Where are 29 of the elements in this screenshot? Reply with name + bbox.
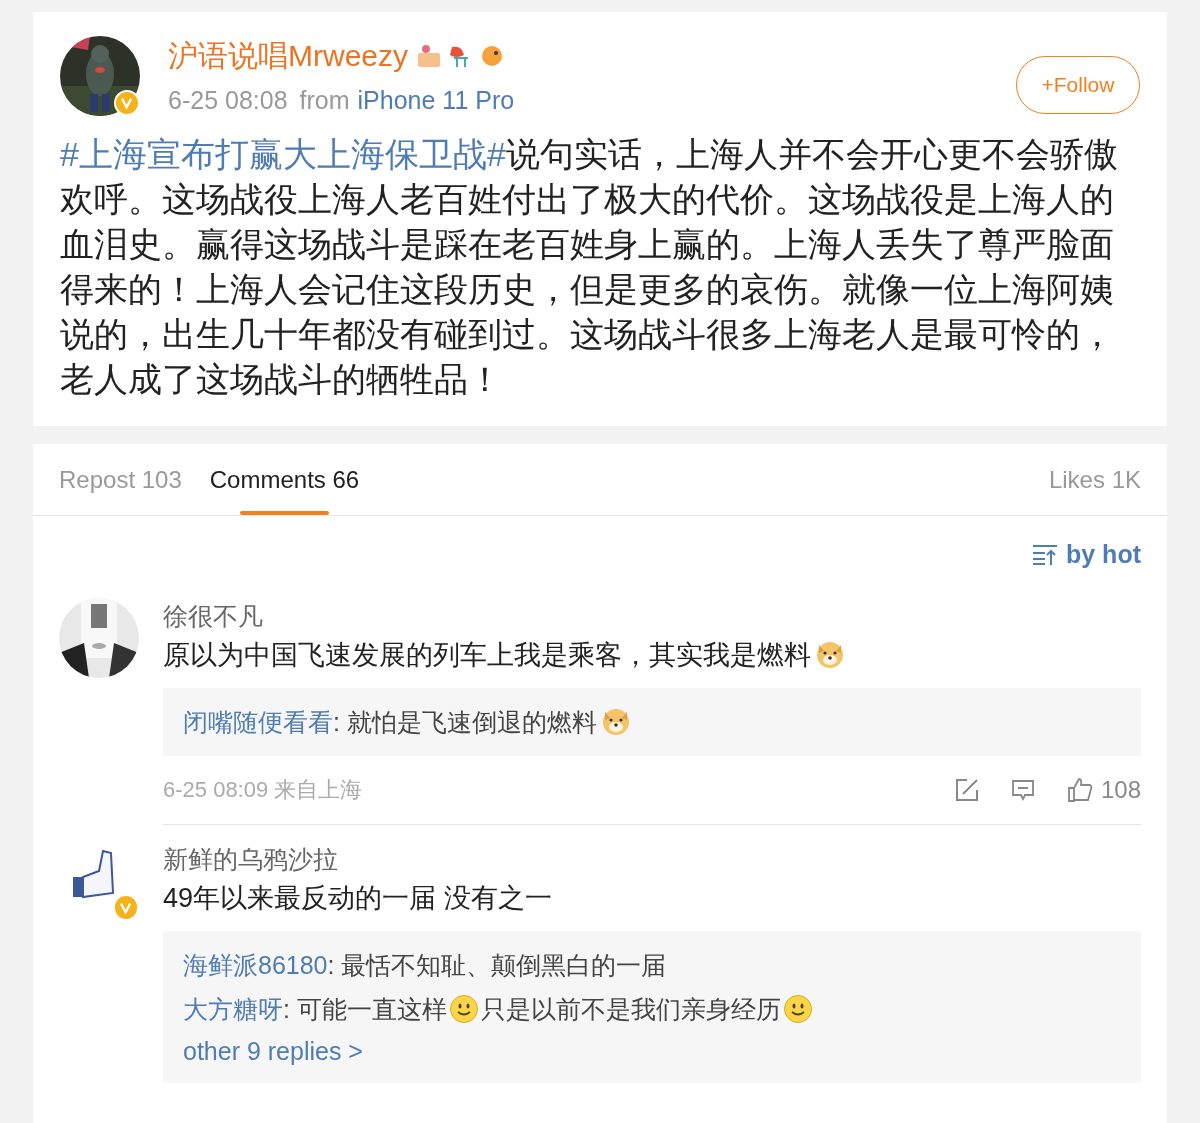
like-count: 108 [1100, 774, 1141, 805]
source-label: from [299, 86, 350, 114]
sort-button[interactable]: by hot [1066, 536, 1141, 574]
commenter-name[interactable]: 新鲜的乌鸦沙拉 [163, 840, 1141, 877]
smiley-emoji-icon [448, 993, 479, 1024]
comment-text: 原以为中国飞速发展的列车上我是乘客，其实我是燃料 [163, 633, 1141, 676]
post-time: 6-25 08:08 [168, 86, 288, 114]
tab[interactable]: Comments 66 [209, 444, 360, 515]
reply-text: 闭嘴随便看看: 就怕是飞速倒退的燃料 [183, 699, 1121, 744]
post-text: #上海宣布打赢大上海保卫战#说句实话，上海人并不会开心更不会骄傲欢呼。这场战役上海人老百姓付出了极大的代价。这场战役是上海人的血泪史。赢得这场战斗是踩在老百姓身上赢的。上海人丢失了尊严脸面得来的！上海人会记住这段历史，但是更多的哀伤。就像一位上海阿姨说的，出生几十年都没有碰到过。这场战斗很多上海老人是最可怜的，老人成了这场战斗的牺牲品！ [60, 134, 1119, 400]
more-replies-link[interactable]: other 9 replies > [183, 1030, 363, 1071]
sort-icon [1032, 543, 1058, 566]
reply-author[interactable]: 闭嘴随便看看 [183, 707, 333, 736]
reply-text: 海鲜派86180: 最恬不知耻、颠倒黑白的一届 [183, 949, 668, 981]
reply-author[interactable]: 海鲜派86180 [183, 950, 328, 979]
hashtag-link[interactable]: #上海宣布打赢大上海保卫战# [60, 135, 506, 173]
reply-text: 大方糖呀: 可能一直这样 只是以前不是我们亲身经历 [183, 986, 1121, 1031]
comment-time: 6-25 08:09 来自上海 [163, 776, 363, 804]
source-link[interactable]: iPhone 11 Pro [357, 86, 515, 114]
like-icon[interactable] [1066, 776, 1093, 803]
comment-text: 49年以来最反动的一届 没有之一 [163, 881, 553, 915]
smiley-emoji-icon [782, 993, 813, 1024]
author-name[interactable]: 沪语说唱Mrweezy [168, 36, 408, 76]
commenter-name[interactable]: 徐很不凡 [163, 597, 1141, 634]
tab[interactable]: Repost 103 [59, 444, 182, 515]
share-icon[interactable] [954, 777, 979, 802]
likes-count: Likes 1K [1048, 464, 1141, 495]
reply-author[interactable]: 大方糖呀 [183, 994, 283, 1023]
comment-icon[interactable] [1010, 777, 1035, 802]
